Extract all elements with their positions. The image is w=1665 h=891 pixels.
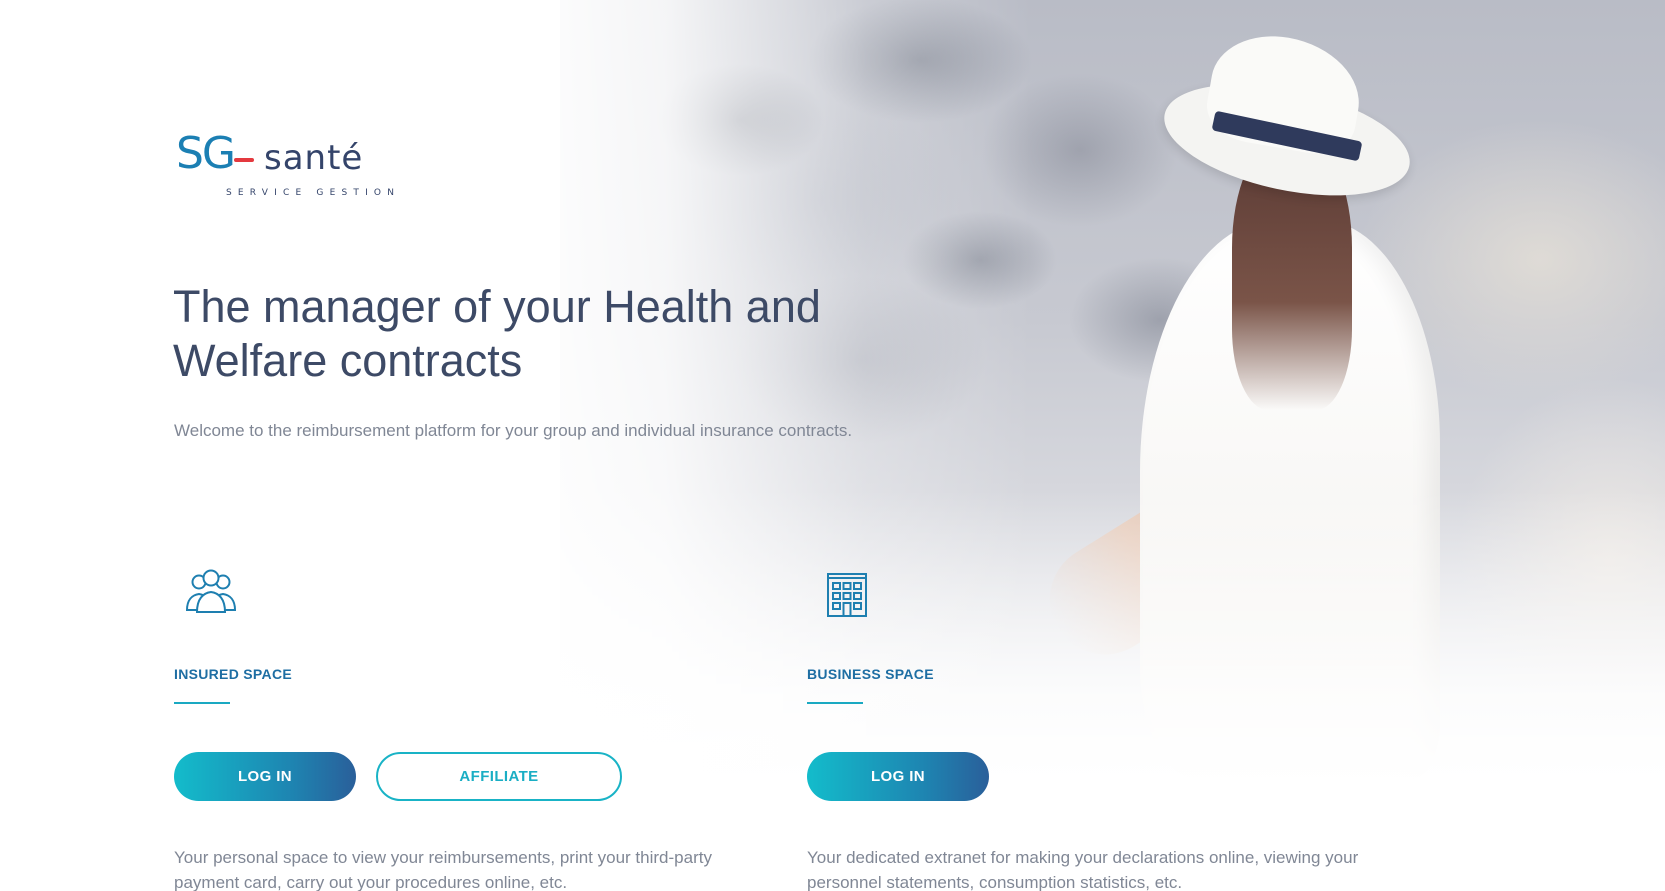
business-space-divider: [807, 702, 863, 704]
insured-space-divider: [174, 702, 230, 704]
insured-space-section: INSURED SPACE LOG IN AFFILIATE Your pers…: [174, 568, 734, 891]
logo-sante: santé: [264, 138, 364, 178]
business-space-actions: LOG IN: [807, 752, 1367, 801]
main-content: SG santé SERVICE GESTION The manager of …: [0, 0, 1665, 891]
insured-space-description: Your personal space to view your reimbur…: [174, 848, 712, 891]
business-space-title: BUSINESS SPACE: [807, 666, 934, 682]
business-space-section: BUSINESS SPACE LOG IN Your dedicated ext…: [807, 568, 1367, 891]
users-icon: [182, 568, 240, 618]
logo-red-dash: [234, 158, 254, 162]
page-subtitle: Welcome to the reimbursement platform fo…: [174, 421, 853, 440]
sg-sante-logo[interactable]: SG santé SERVICE GESTION: [176, 130, 396, 200]
business-login-button[interactable]: LOG IN: [807, 752, 989, 801]
insured-space-title: INSURED SPACE: [174, 666, 292, 682]
page-headline: The manager of your Health and Welfare c…: [173, 281, 821, 386]
affiliate-button[interactable]: AFFILIATE: [376, 752, 622, 801]
logo-sg: SG: [176, 128, 236, 179]
insured-login-button[interactable]: LOG IN: [174, 752, 356, 801]
business-space-description: Your dedicated extranet for making your …: [807, 848, 1359, 891]
building-icon: [815, 568, 873, 618]
insured-space-actions: LOG IN AFFILIATE: [174, 752, 734, 801]
logo-tagline: SERVICE GESTION: [226, 188, 401, 198]
